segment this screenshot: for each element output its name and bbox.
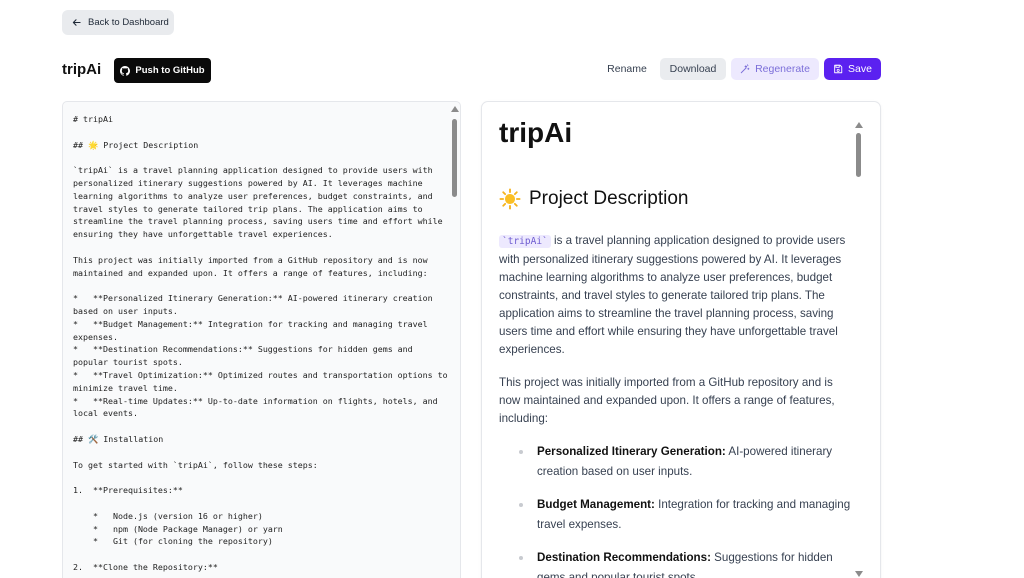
scroll-up-arrow-icon[interactable] — [855, 122, 863, 128]
sun-icon — [499, 188, 521, 210]
feature-title: Budget Management: — [537, 498, 655, 511]
editor-scrollbar[interactable] — [449, 102, 460, 578]
download-label: Download — [669, 63, 717, 75]
markdown-editor[interactable]: # tripAi ## 🌟 Project Description `tripA… — [62, 101, 461, 578]
feature-title: Destination Recommendations: — [537, 551, 711, 564]
import-paragraph: This project was initially imported from… — [499, 376, 835, 425]
project-title: tripAi — [62, 61, 102, 78]
rename-button[interactable]: Rename — [600, 58, 654, 80]
section-heading-text: Project Description — [529, 188, 689, 209]
github-icon — [120, 65, 131, 76]
download-button[interactable]: Download — [660, 58, 726, 80]
header-bar: tripAi Push to GitHub Rename Download Re… — [62, 58, 882, 83]
scroll-up-arrow-icon[interactable] — [451, 106, 459, 112]
feature-list: Personalized Itinerary Generation: AI-po… — [499, 442, 861, 578]
preview-section-heading: Project Description — [499, 188, 688, 210]
github-label: Push to GitHub — [135, 65, 205, 76]
preview-title: tripAi — [499, 117, 573, 148]
list-item: Destination Recommendations: Suggestions… — [499, 548, 861, 578]
regenerate-button[interactable]: Regenerate — [731, 58, 819, 80]
inline-code: `tripAi` — [499, 235, 551, 248]
rename-label: Rename — [607, 63, 647, 75]
description-paragraph: `tripAi` is a travel planning applicatio… — [499, 232, 861, 359]
magic-wand-icon — [740, 64, 750, 74]
floppy-disk-icon — [834, 64, 843, 74]
back-to-dashboard-button[interactable]: Back to Dashboard — [62, 10, 174, 35]
scrollbar-thumb[interactable] — [452, 119, 457, 197]
list-item: Personalized Itinerary Generation: AI-po… — [499, 442, 861, 482]
feature-title: Personalized Itinerary Generation: — [537, 445, 726, 458]
description-text: is a travel planning application designe… — [499, 234, 846, 356]
markdown-preview: tripAi Project Description `tripAi` is a… — [481, 101, 881, 578]
editor-content[interactable]: # tripAi ## 🌟 Project Description `tripA… — [73, 113, 448, 574]
arrow-left-icon — [72, 19, 81, 26]
back-label: Back to Dashboard — [88, 17, 169, 28]
regenerate-label: Regenerate — [755, 63, 810, 75]
scrollbar-thumb[interactable] — [856, 133, 861, 177]
save-label: Save — [848, 63, 872, 75]
save-button[interactable]: Save — [824, 58, 881, 80]
preview-scrollbar[interactable] — [854, 122, 864, 577]
scroll-down-arrow-icon[interactable] — [855, 571, 863, 577]
list-item: Budget Management: Integration for track… — [499, 495, 861, 535]
push-to-github-button[interactable]: Push to GitHub — [114, 58, 211, 83]
